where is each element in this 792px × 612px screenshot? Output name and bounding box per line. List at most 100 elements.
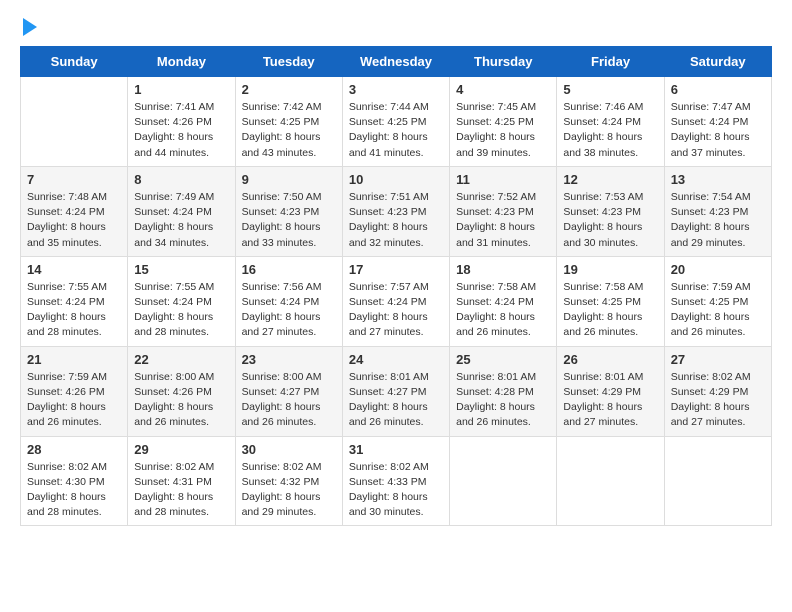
day-info: Sunrise: 7:58 AMSunset: 4:24 PMDaylight:… bbox=[456, 280, 550, 341]
day-cell: 26Sunrise: 8:01 AMSunset: 4:29 PMDayligh… bbox=[557, 346, 664, 436]
day-of-week-thursday: Thursday bbox=[450, 47, 557, 77]
day-number: 20 bbox=[671, 262, 765, 277]
day-cell: 4 Sunrise: 7:45 AMSunset: 4:25 PMDaylight… bbox=[450, 77, 557, 167]
day-number: 24 bbox=[349, 352, 443, 367]
day-number: 22 bbox=[134, 352, 228, 367]
day-number: 8 bbox=[134, 172, 228, 187]
calendar-table: SundayMondayTuesdayWednesdayThursdayFrid… bbox=[20, 46, 772, 526]
day-number: 16 bbox=[242, 262, 336, 277]
logo bbox=[20, 20, 37, 36]
day-number: 21 bbox=[27, 352, 121, 367]
day-number: 14 bbox=[27, 262, 121, 277]
day-cell: 16 Sunrise: 7:56 AMSunset: 4:24 PMDayligh… bbox=[235, 256, 342, 346]
day-cell: 28 Sunrise: 8:02 AMSunset: 4:30 PMDayligh… bbox=[21, 436, 128, 526]
day-info: Sunrise: 8:02 AMSunset: 4:33 PMDaylight:… bbox=[349, 460, 443, 521]
day-info: Sunrise: 7:54 AMSunset: 4:23 PMDaylight:… bbox=[671, 190, 765, 251]
day-info: Sunrise: 7:45 AMSunset: 4:25 PMDaylight:… bbox=[456, 100, 550, 161]
day-info: Sunrise: 7:59 AMSunset: 4:25 PMDaylight:… bbox=[671, 280, 765, 341]
day-cell: 29Sunrise: 8:02 AMSunset: 4:31 PMDayligh… bbox=[128, 436, 235, 526]
day-number: 5 bbox=[563, 82, 657, 97]
day-cell: 6Sunrise: 7:47 AMSunset: 4:24 PMDaylight… bbox=[664, 77, 771, 167]
day-number: 13 bbox=[671, 172, 765, 187]
day-number: 15 bbox=[134, 262, 228, 277]
day-number: 1 bbox=[134, 82, 228, 97]
day-of-week-monday: Monday bbox=[128, 47, 235, 77]
day-info: Sunrise: 7:51 AMSunset: 4:23 PMDaylight:… bbox=[349, 190, 443, 251]
day-of-week-tuesday: Tuesday bbox=[235, 47, 342, 77]
day-info: Sunrise: 7:57 AMSunset: 4:24 PMDaylight:… bbox=[349, 280, 443, 341]
day-info: Sunrise: 7:52 AMSunset: 4:23 PMDaylight:… bbox=[456, 190, 550, 251]
logo-arrow-icon bbox=[23, 18, 37, 36]
day-info: Sunrise: 7:55 AMSunset: 4:24 PMDaylight:… bbox=[27, 280, 121, 341]
day-number: 3 bbox=[349, 82, 443, 97]
day-number: 10 bbox=[349, 172, 443, 187]
day-number: 4 bbox=[456, 82, 550, 97]
day-number: 31 bbox=[349, 442, 443, 457]
day-cell: 31 Sunrise: 8:02 AMSunset: 4:33 PMDayligh… bbox=[342, 436, 449, 526]
day-cell: 8 Sunrise: 7:49 AMSunset: 4:24 PMDaylight… bbox=[128, 166, 235, 256]
day-cell: 3 Sunrise: 7:44 AMSunset: 4:25 PMDaylight… bbox=[342, 77, 449, 167]
day-cell: 5 Sunrise: 7:46 AMSunset: 4:24 PMDaylight… bbox=[557, 77, 664, 167]
day-cell: 15 Sunrise: 7:55 AMSunset: 4:24 PMDayligh… bbox=[128, 256, 235, 346]
day-cell: 18Sunrise: 7:58 AMSunset: 4:24 PMDayligh… bbox=[450, 256, 557, 346]
day-info: Sunrise: 7:47 AMSunset: 4:24 PMDaylight:… bbox=[671, 100, 765, 161]
day-cell: 23Sunrise: 8:00 AMSunset: 4:27 PMDayligh… bbox=[235, 346, 342, 436]
day-info: Sunrise: 7:58 AMSunset: 4:25 PMDaylight:… bbox=[563, 280, 657, 341]
day-of-week-wednesday: Wednesday bbox=[342, 47, 449, 77]
day-number: 17 bbox=[349, 262, 443, 277]
day-info: Sunrise: 8:02 AMSunset: 4:32 PMDaylight:… bbox=[242, 460, 336, 521]
day-cell: 17 Sunrise: 7:57 AMSunset: 4:24 PMDayligh… bbox=[342, 256, 449, 346]
day-cell: 9 Sunrise: 7:50 AMSunset: 4:23 PMDaylight… bbox=[235, 166, 342, 256]
day-number: 25 bbox=[456, 352, 550, 367]
day-number: 7 bbox=[27, 172, 121, 187]
day-cell bbox=[450, 436, 557, 526]
week-row-5: 28 Sunrise: 8:02 AMSunset: 4:30 PMDayligh… bbox=[21, 436, 772, 526]
day-cell: 7Sunrise: 7:48 AMSunset: 4:24 PMDaylight… bbox=[21, 166, 128, 256]
day-info: Sunrise: 7:42 AMSunset: 4:25 PMDaylight:… bbox=[242, 100, 336, 161]
day-cell: 14 Sunrise: 7:55 AMSunset: 4:24 PMDayligh… bbox=[21, 256, 128, 346]
day-number: 9 bbox=[242, 172, 336, 187]
day-info: Sunrise: 8:01 AMSunset: 4:28 PMDaylight:… bbox=[456, 370, 550, 431]
day-cell bbox=[664, 436, 771, 526]
day-info: Sunrise: 7:56 AMSunset: 4:24 PMDaylight:… bbox=[242, 280, 336, 341]
day-cell: 24 Sunrise: 8:01 AMSunset: 4:27 PMDayligh… bbox=[342, 346, 449, 436]
day-cell bbox=[21, 77, 128, 167]
day-number: 29 bbox=[134, 442, 228, 457]
day-number: 11 bbox=[456, 172, 550, 187]
day-info: Sunrise: 7:50 AMSunset: 4:23 PMDaylight:… bbox=[242, 190, 336, 251]
day-number: 28 bbox=[27, 442, 121, 457]
day-cell: 22 Sunrise: 8:00 AMSunset: 4:26 PMDayligh… bbox=[128, 346, 235, 436]
day-number: 27 bbox=[671, 352, 765, 367]
day-of-week-friday: Friday bbox=[557, 47, 664, 77]
day-number: 2 bbox=[242, 82, 336, 97]
week-row-2: 7Sunrise: 7:48 AMSunset: 4:24 PMDaylight… bbox=[21, 166, 772, 256]
day-info: Sunrise: 7:55 AMSunset: 4:24 PMDaylight:… bbox=[134, 280, 228, 341]
day-cell: 2 Sunrise: 7:42 AMSunset: 4:25 PMDaylight… bbox=[235, 77, 342, 167]
day-number: 19 bbox=[563, 262, 657, 277]
page-header bbox=[20, 20, 772, 36]
day-number: 30 bbox=[242, 442, 336, 457]
week-row-1: 1Sunrise: 7:41 AMSunset: 4:26 PMDaylight… bbox=[21, 77, 772, 167]
day-cell: 19 Sunrise: 7:58 AMSunset: 4:25 PMDayligh… bbox=[557, 256, 664, 346]
day-info: Sunrise: 7:46 AMSunset: 4:24 PMDaylight:… bbox=[563, 100, 657, 161]
day-info: Sunrise: 8:01 AMSunset: 4:29 PMDaylight:… bbox=[563, 370, 657, 431]
day-info: Sunrise: 7:49 AMSunset: 4:24 PMDaylight:… bbox=[134, 190, 228, 251]
day-info: Sunrise: 7:59 AMSunset: 4:26 PMDaylight:… bbox=[27, 370, 121, 431]
day-info: Sunrise: 8:00 AMSunset: 4:26 PMDaylight:… bbox=[134, 370, 228, 431]
day-cell bbox=[557, 436, 664, 526]
day-info: Sunrise: 7:53 AMSunset: 4:23 PMDaylight:… bbox=[563, 190, 657, 251]
day-info: Sunrise: 8:02 AMSunset: 4:30 PMDaylight:… bbox=[27, 460, 121, 521]
day-number: 23 bbox=[242, 352, 336, 367]
day-of-week-sunday: Sunday bbox=[21, 47, 128, 77]
day-cell: 30 Sunrise: 8:02 AMSunset: 4:32 PMDayligh… bbox=[235, 436, 342, 526]
day-of-week-saturday: Saturday bbox=[664, 47, 771, 77]
day-cell: 1Sunrise: 7:41 AMSunset: 4:26 PMDaylight… bbox=[128, 77, 235, 167]
day-info: Sunrise: 8:01 AMSunset: 4:27 PMDaylight:… bbox=[349, 370, 443, 431]
day-cell: 13 Sunrise: 7:54 AMSunset: 4:23 PMDayligh… bbox=[664, 166, 771, 256]
day-number: 12 bbox=[563, 172, 657, 187]
calendar-header-row: SundayMondayTuesdayWednesdayThursdayFrid… bbox=[21, 47, 772, 77]
day-info: Sunrise: 7:44 AMSunset: 4:25 PMDaylight:… bbox=[349, 100, 443, 161]
day-cell: 20 Sunrise: 7:59 AMSunset: 4:25 PMDayligh… bbox=[664, 256, 771, 346]
week-row-4: 21 Sunrise: 7:59 AMSunset: 4:26 PMDayligh… bbox=[21, 346, 772, 436]
day-cell: 10 Sunrise: 7:51 AMSunset: 4:23 PMDayligh… bbox=[342, 166, 449, 256]
